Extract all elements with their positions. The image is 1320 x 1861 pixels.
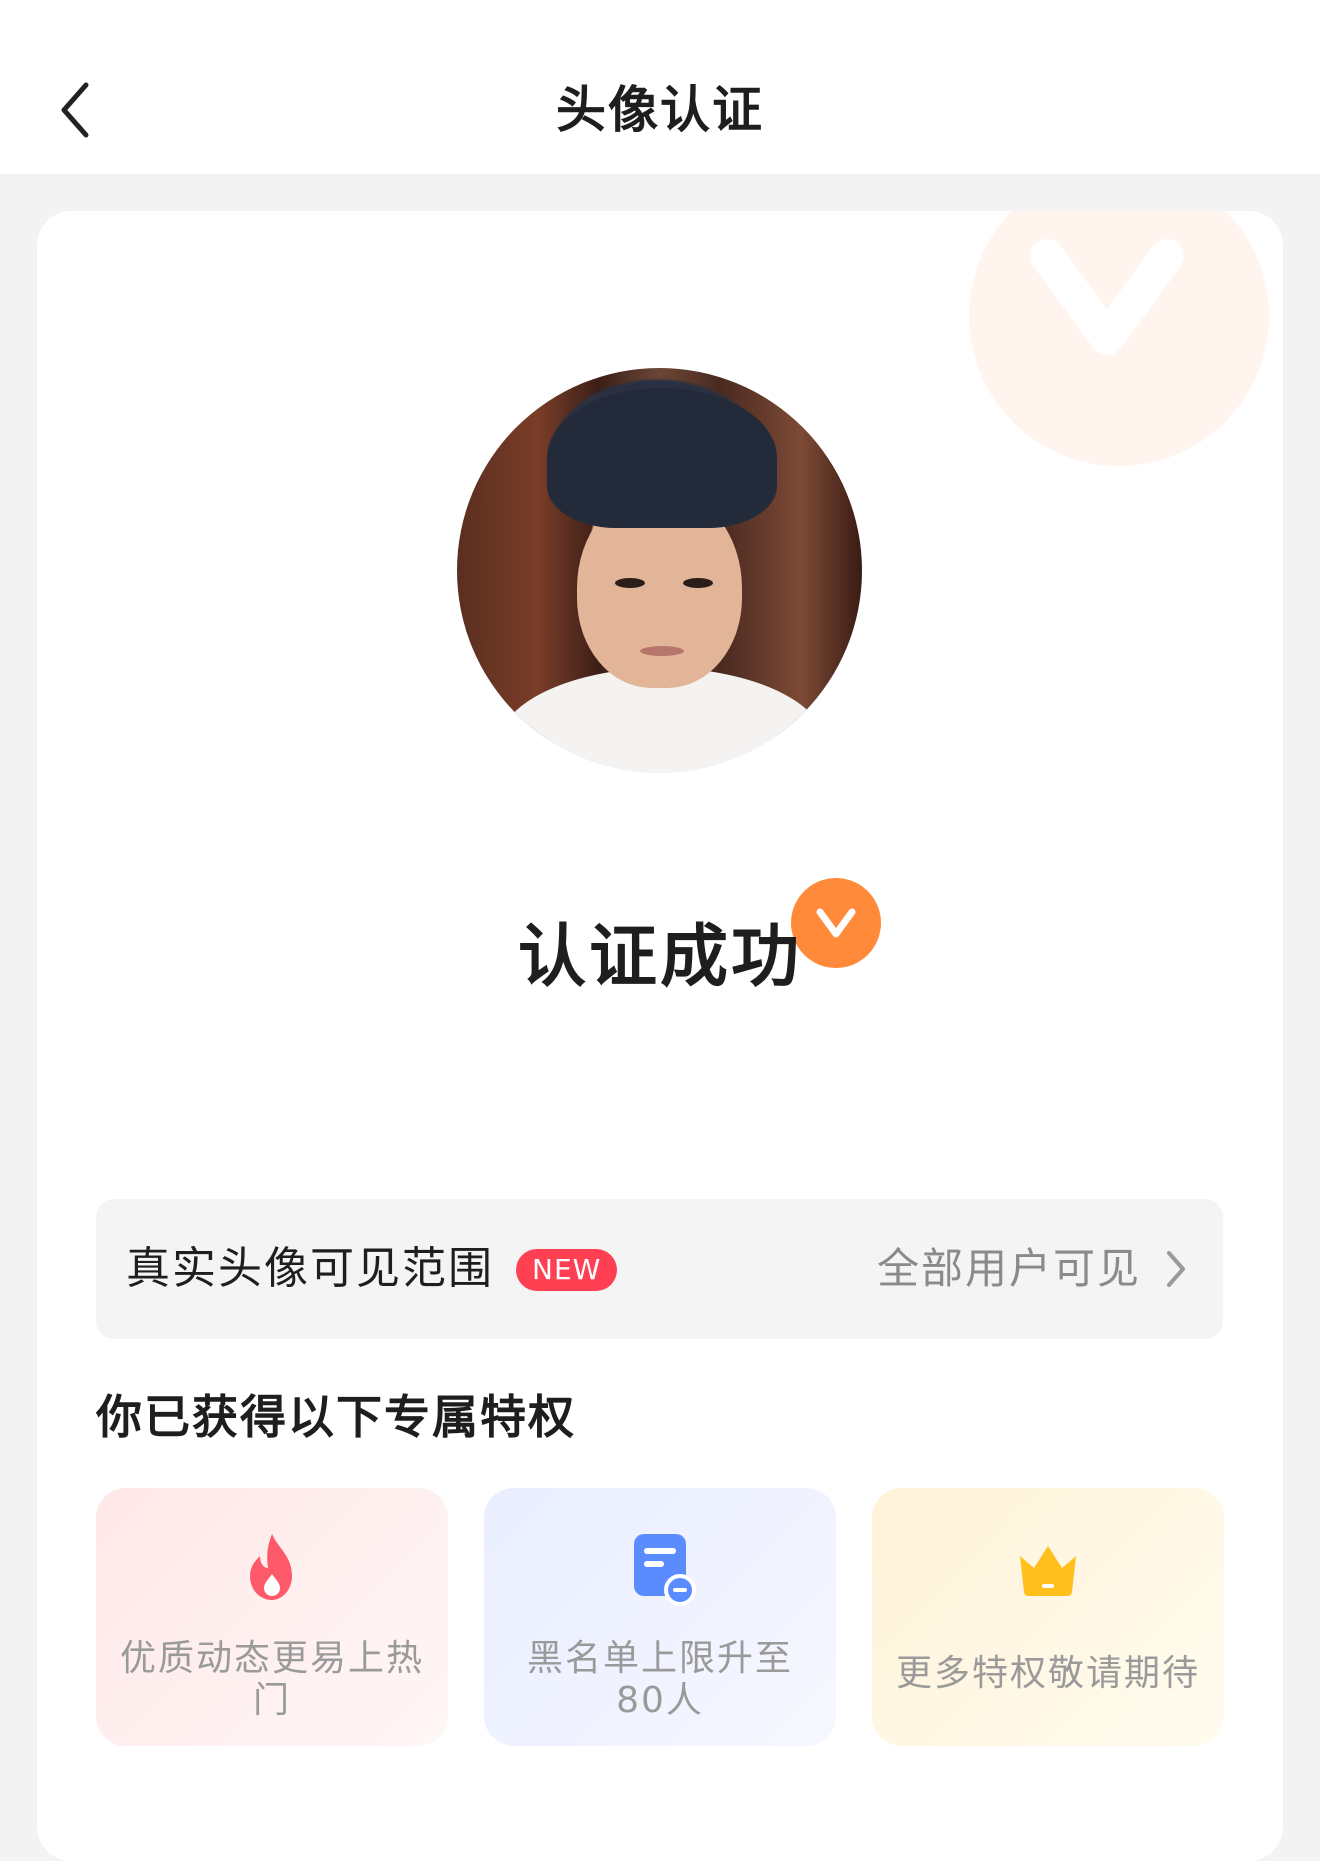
visibility-range-row[interactable]: 真实头像可见范围 NEW 全部用户可见 — [96, 1199, 1223, 1339]
privilege-text: 优质动态更易上热门 — [119, 1638, 424, 1721]
privileges-title: 你已获得以下专属特权 — [96, 1390, 576, 1444]
list-minus-icon — [634, 1534, 696, 1606]
avatar-eye — [683, 578, 713, 588]
avatar-mouth — [640, 646, 684, 656]
top-nav-bar: 头像认证 — [0, 0, 1320, 174]
privilege-text: 黑名单上限升至80人 — [526, 1638, 793, 1721]
status-title: 认证成功 — [517, 918, 802, 997]
avatar — [457, 368, 862, 773]
visibility-label: 真实头像可见范围 — [126, 1243, 494, 1294]
privilege-text: 更多特权敬请期待 — [895, 1653, 1200, 1694]
privilege-card: 更多特权敬请期待 — [872, 1488, 1224, 1746]
privilege-card: 黑名单上限升至80人 — [484, 1488, 836, 1746]
visibility-value: 全部用户可见 — [876, 1244, 1141, 1293]
crown-icon — [1020, 1546, 1076, 1596]
privilege-card: 优质动态更易上热门 — [96, 1488, 448, 1746]
avatar-hair — [547, 388, 777, 528]
verified-watermark-icon — [1030, 239, 1184, 355]
chevron-right-icon — [1167, 1251, 1185, 1287]
page-title: 头像认证 — [556, 81, 764, 139]
avatar-eye — [615, 578, 645, 588]
flame-icon — [250, 1534, 292, 1600]
verification-card: 认证成功 真实头像可见范围 NEW 全部用户可见 你已获得以下专属特权 优质动态… — [37, 211, 1283, 1861]
new-badge: NEW — [516, 1249, 618, 1291]
